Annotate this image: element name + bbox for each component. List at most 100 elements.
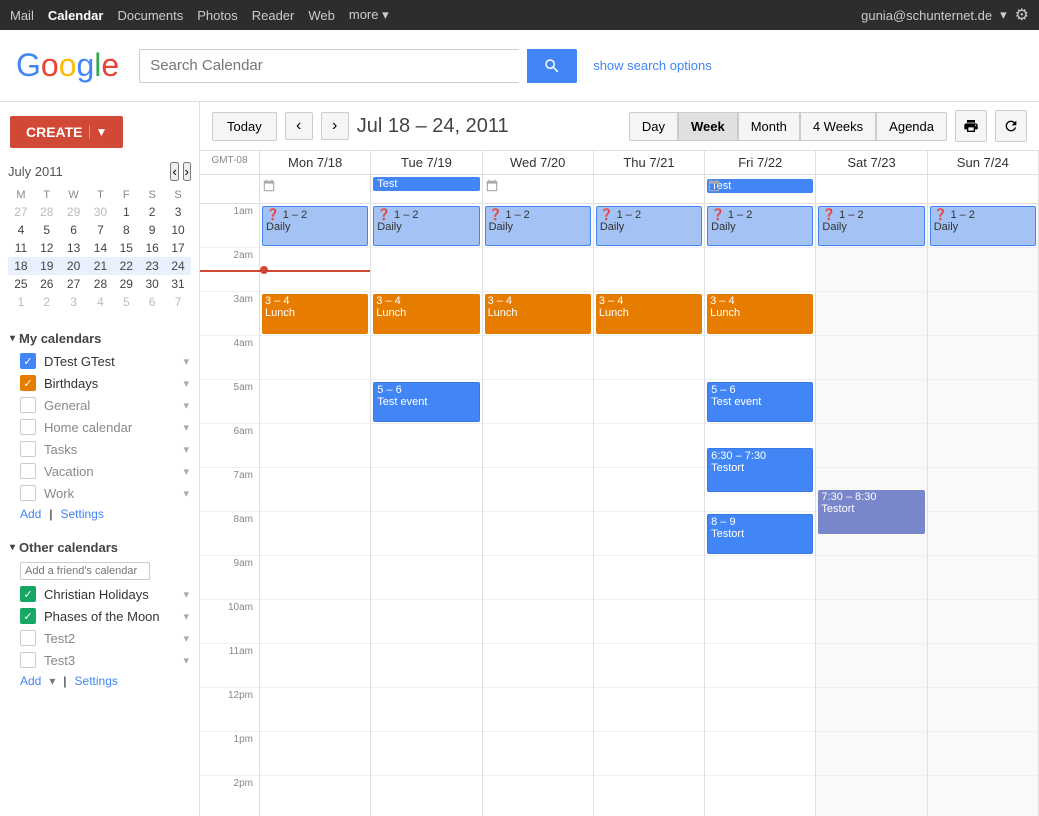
mini-cal-day-3-1[interactable]: 19 <box>34 257 60 275</box>
hour-11am-wed[interactable] <box>483 644 593 688</box>
4weeks-view-btn[interactable]: 4 Weeks <box>800 112 876 141</box>
mini-cal-day-1-0[interactable]: 4 <box>8 221 34 239</box>
mini-cal-day-2-0[interactable]: 11 <box>8 239 34 257</box>
event-lunch-mon[interactable]: 3 – 4Lunch <box>262 294 368 334</box>
day-col-sat[interactable]: ❓ 1 – 2Daily 7:30 – 8:30Testort <box>816 204 927 816</box>
nav-calendar[interactable]: Calendar <box>48 8 104 23</box>
time-grid[interactable]: 1am 2am 3am 4am 5am 6am 7am 8am 9am 10am… <box>200 204 1039 816</box>
hour-12pm-sun[interactable] <box>928 688 1038 732</box>
hour-12pm-fri[interactable] <box>705 688 815 732</box>
cal-dropdown-work[interactable]: ▾ <box>183 487 189 500</box>
mini-cal-day-2-6[interactable]: 17 <box>165 239 191 257</box>
mini-cal-day-0-5[interactable]: 2 <box>139 203 165 221</box>
day-header-thu[interactable]: Thu 7/21 <box>594 151 705 174</box>
hour-7am-sat[interactable]: 7:30 – 8:30Testort <box>816 468 926 512</box>
other-cal-settings-arrow[interactable]: ▾ <box>49 674 55 688</box>
gear-icon[interactable]: ⚙ <box>1015 5 1029 25</box>
my-calendars-header[interactable]: ▾ My calendars <box>0 327 199 350</box>
hour-1pm-thu[interactable] <box>594 732 704 776</box>
cal-dropdown-test3[interactable]: ▾ <box>183 654 189 667</box>
hour-2am-wed[interactable] <box>483 248 593 292</box>
hour-6am-thu[interactable] <box>594 424 704 468</box>
event-testort-sat[interactable]: 7:30 – 8:30Testort <box>818 490 924 534</box>
hour-3am-wed[interactable]: 3 – 4Lunch <box>483 292 593 336</box>
allday-event-test-tue[interactable]: Test <box>373 177 479 191</box>
hour-4am-sun[interactable] <box>928 336 1038 380</box>
show-search-options-link[interactable]: show search options <box>593 58 712 73</box>
add-friend-input[interactable] <box>20 562 150 580</box>
hour-9am-thu[interactable] <box>594 556 704 600</box>
hour-8am-mon[interactable] <box>260 512 370 556</box>
event-testort-630[interactable]: 6:30 – 7:30Testort <box>707 448 813 492</box>
hour-1am-fri[interactable]: ❓ 1 – 2Daily <box>705 204 815 248</box>
user-email[interactable]: gunia@schunternet.de <box>861 8 992 23</box>
hour-2pm-mon[interactable] <box>260 776 370 816</box>
hour-7am-tue[interactable] <box>371 468 481 512</box>
hour-6am-mon[interactable] <box>260 424 370 468</box>
hour-3am-fri[interactable]: 3 – 4Lunch <box>705 292 815 336</box>
event-daily-wed[interactable]: ❓ 1 – 2Daily <box>485 206 591 246</box>
hour-7am-wed[interactable] <box>483 468 593 512</box>
mini-cal-day-3-4[interactable]: 22 <box>113 257 139 275</box>
hour-3am-sun[interactable] <box>928 292 1038 336</box>
event-daily-tue[interactable]: ❓ 1 – 2Daily <box>373 206 479 246</box>
hour-1pm-fri[interactable] <box>705 732 815 776</box>
mini-cal-day-3-6[interactable]: 24 <box>165 257 191 275</box>
event-test-tue[interactable]: 5 – 6Test event <box>373 382 479 422</box>
hour-10am-sun[interactable] <box>928 600 1038 644</box>
prev-btn[interactable]: ‹ <box>285 112 313 140</box>
mini-cal-day-4-6[interactable]: 31 <box>165 275 191 293</box>
mini-cal-day-5-3[interactable]: 4 <box>88 293 114 311</box>
hour-10am-fri[interactable] <box>705 600 815 644</box>
mini-cal-day-2-4[interactable]: 15 <box>113 239 139 257</box>
hour-11am-tue[interactable] <box>371 644 481 688</box>
mini-cal-day-0-0[interactable]: 27 <box>8 203 34 221</box>
hour-8am-fri[interactable]: 8 – 9Testort <box>705 512 815 556</box>
hour-1am-wed[interactable]: ❓ 1 – 2Daily <box>483 204 593 248</box>
day-view-btn[interactable]: Day <box>629 112 678 141</box>
hour-11am-thu[interactable] <box>594 644 704 688</box>
hour-8am-tue[interactable] <box>371 512 481 556</box>
hour-4am-mon[interactable] <box>260 336 370 380</box>
hour-2pm-sun[interactable] <box>928 776 1038 816</box>
hour-9am-tue[interactable] <box>371 556 481 600</box>
hour-4am-wed[interactable] <box>483 336 593 380</box>
mini-cal-day-5-1[interactable]: 2 <box>34 293 60 311</box>
hour-4am-fri[interactable] <box>705 336 815 380</box>
hour-3am-thu[interactable]: 3 – 4Lunch <box>594 292 704 336</box>
hour-9am-sat[interactable] <box>816 556 926 600</box>
cal-item-vacation[interactable]: Vacation ▾ <box>0 460 199 482</box>
day-col-sun[interactable]: ❓ 1 – 2Daily <box>928 204 1039 816</box>
print-button[interactable] <box>955 110 987 142</box>
mini-cal-day-3-3[interactable]: 21 <box>88 257 114 275</box>
mini-cal-day-3-2[interactable]: 20 <box>60 257 88 275</box>
user-dropdown-arrow[interactable]: ▾ <box>1000 7 1007 23</box>
event-test-fri[interactable]: 5 – 6Test event <box>707 382 813 422</box>
day-col-mon[interactable]: ❓ 1 – 2Daily 3 – 4Lunch <box>260 204 371 816</box>
hour-6am-wed[interactable] <box>483 424 593 468</box>
hour-10am-mon[interactable] <box>260 600 370 644</box>
hour-1am-mon[interactable]: ❓ 1 – 2Daily <box>260 204 370 248</box>
mini-cal-day-3-5[interactable]: 23 <box>139 257 165 275</box>
mini-cal-day-0-4[interactable]: 1 <box>113 203 139 221</box>
mini-cal-day-1-2[interactable]: 6 <box>60 221 88 239</box>
hour-12pm-tue[interactable] <box>371 688 481 732</box>
hour-5am-sun[interactable] <box>928 380 1038 424</box>
event-daily-sun[interactable]: ❓ 1 – 2Daily <box>930 206 1036 246</box>
hour-3am-tue[interactable]: 3 – 4Lunch <box>371 292 481 336</box>
mini-cal-day-2-1[interactable]: 12 <box>34 239 60 257</box>
hour-1am-sat[interactable]: ❓ 1 – 2Daily <box>816 204 926 248</box>
hour-9am-fri[interactable] <box>705 556 815 600</box>
next-btn[interactable]: › <box>321 112 349 140</box>
hour-1pm-mon[interactable] <box>260 732 370 776</box>
search-input[interactable] <box>139 49 519 83</box>
cal-item-general[interactable]: General ▾ <box>0 394 199 416</box>
cal-dropdown-moon[interactable]: ▾ <box>183 610 189 623</box>
hour-2pm-tue[interactable] <box>371 776 481 816</box>
cal-dropdown-tasks[interactable]: ▾ <box>183 443 189 456</box>
hour-4am-thu[interactable] <box>594 336 704 380</box>
hour-2am-thu[interactable] <box>594 248 704 292</box>
hour-7am-thu[interactable] <box>594 468 704 512</box>
event-daily-thu[interactable]: ❓ 1 – 2Daily <box>596 206 702 246</box>
hour-2pm-wed[interactable] <box>483 776 593 816</box>
